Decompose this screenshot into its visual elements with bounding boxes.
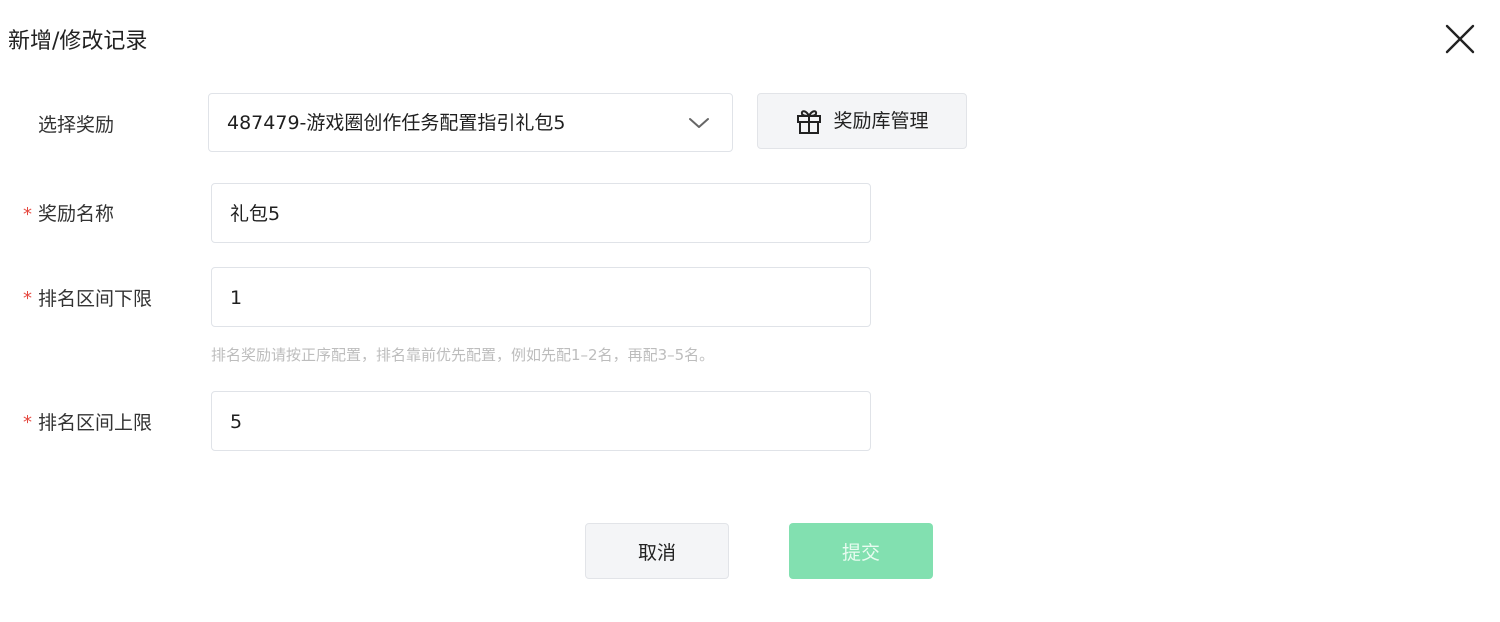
required-mark: *	[23, 412, 32, 433]
rank-upper-value: 5	[230, 411, 243, 433]
reward-name-input[interactable]: 礼包5	[211, 183, 871, 243]
rank-hint-text: 排名奖励请按正序配置，排名靠前优先配置，例如先配1–2名，再配3–5名。	[211, 346, 715, 364]
reward-select[interactable]: 487479-游戏圈创作任务配置指引礼包5	[208, 93, 733, 152]
reward-library-label: 奖励库管理	[833, 110, 929, 132]
rank-upper-input[interactable]: 5	[211, 391, 871, 451]
edit-record-dialog: 新增/修改记录 选择奖励 487479-游戏圈创作任务配置指引礼包5 奖励库管理…	[0, 0, 1500, 622]
close-button[interactable]	[1442, 21, 1478, 57]
submit-button[interactable]: 提交	[789, 523, 933, 579]
reward-name-label: 奖励名称	[38, 203, 115, 225]
chevron-down-icon	[689, 118, 709, 128]
close-icon	[1445, 24, 1475, 54]
rank-upper-label: 排名区间上限	[38, 412, 153, 434]
reward-library-button[interactable]: 奖励库管理	[757, 93, 967, 149]
required-mark: *	[23, 288, 32, 309]
dialog-title: 新增/修改记录	[8, 29, 148, 54]
rank-lower-label: 排名区间下限	[38, 288, 153, 310]
cancel-button[interactable]: 取消	[585, 523, 729, 579]
reward-name-value: 礼包5	[230, 203, 281, 225]
required-mark: *	[23, 204, 32, 225]
rank-lower-value: 1	[230, 287, 243, 309]
gift-icon	[797, 110, 822, 134]
reward-select-label: 选择奖励	[38, 114, 115, 136]
reward-select-value: 487479-游戏圈创作任务配置指引礼包5	[227, 112, 566, 134]
rank-lower-input[interactable]: 1	[211, 267, 871, 327]
